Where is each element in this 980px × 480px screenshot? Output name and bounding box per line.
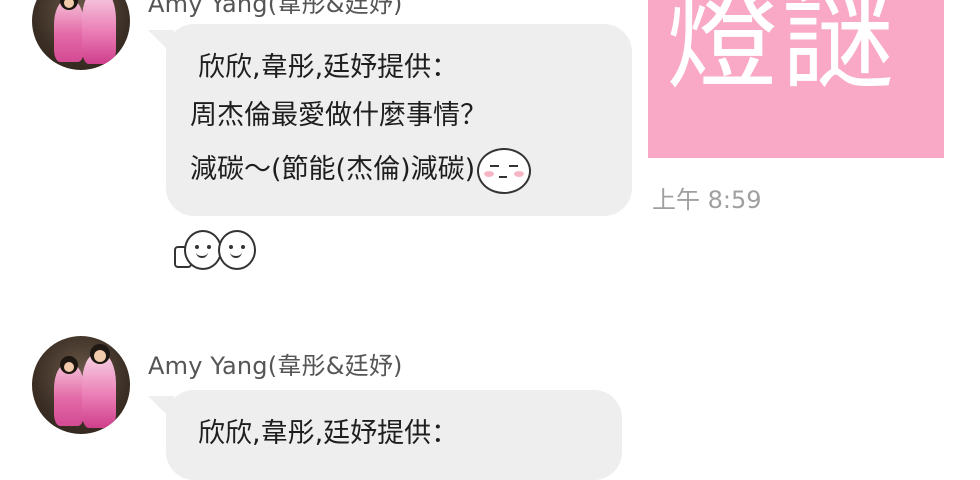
lantern-riddle-image[interactable]: 燈謎	[648, 0, 944, 158]
smug-face-emoji	[477, 147, 532, 194]
message-bubble[interactable]: 欣欣,韋彤,廷妤提供： 周杰倫最愛做什麼事情？ 減碳～(節能(杰倫)減碳)	[166, 24, 632, 216]
message-bubble[interactable]: 欣欣,韋彤,廷妤提供：	[166, 390, 622, 480]
lantern-riddle-title: 燈謎	[666, 0, 898, 105]
message-line: 欣欣,韋彤,廷妤提供：	[198, 418, 459, 449]
message-timestamp: 上午 8:59	[652, 186, 762, 214]
message-line-text: 減碳～(節能(杰倫)減碳)	[190, 154, 476, 185]
sender-avatar[interactable]	[32, 0, 130, 70]
message-line: 欣欣,韋彤,廷妤提供：	[198, 52, 459, 83]
sender-avatar[interactable]	[32, 336, 130, 434]
sender-name: Amy Yang(韋彤&廷妤)	[148, 352, 403, 380]
smile-face-icon	[184, 230, 222, 270]
smile-face-icon	[218, 230, 256, 270]
message-line: 周杰倫最愛做什麼事情？	[190, 100, 487, 131]
thumbs-up-faces-sticker[interactable]	[172, 228, 258, 272]
sender-name: Amy Yang(韋彤&廷妤)	[148, 0, 403, 18]
message-line: 減碳～(節能(杰倫)減碳)	[190, 146, 532, 194]
